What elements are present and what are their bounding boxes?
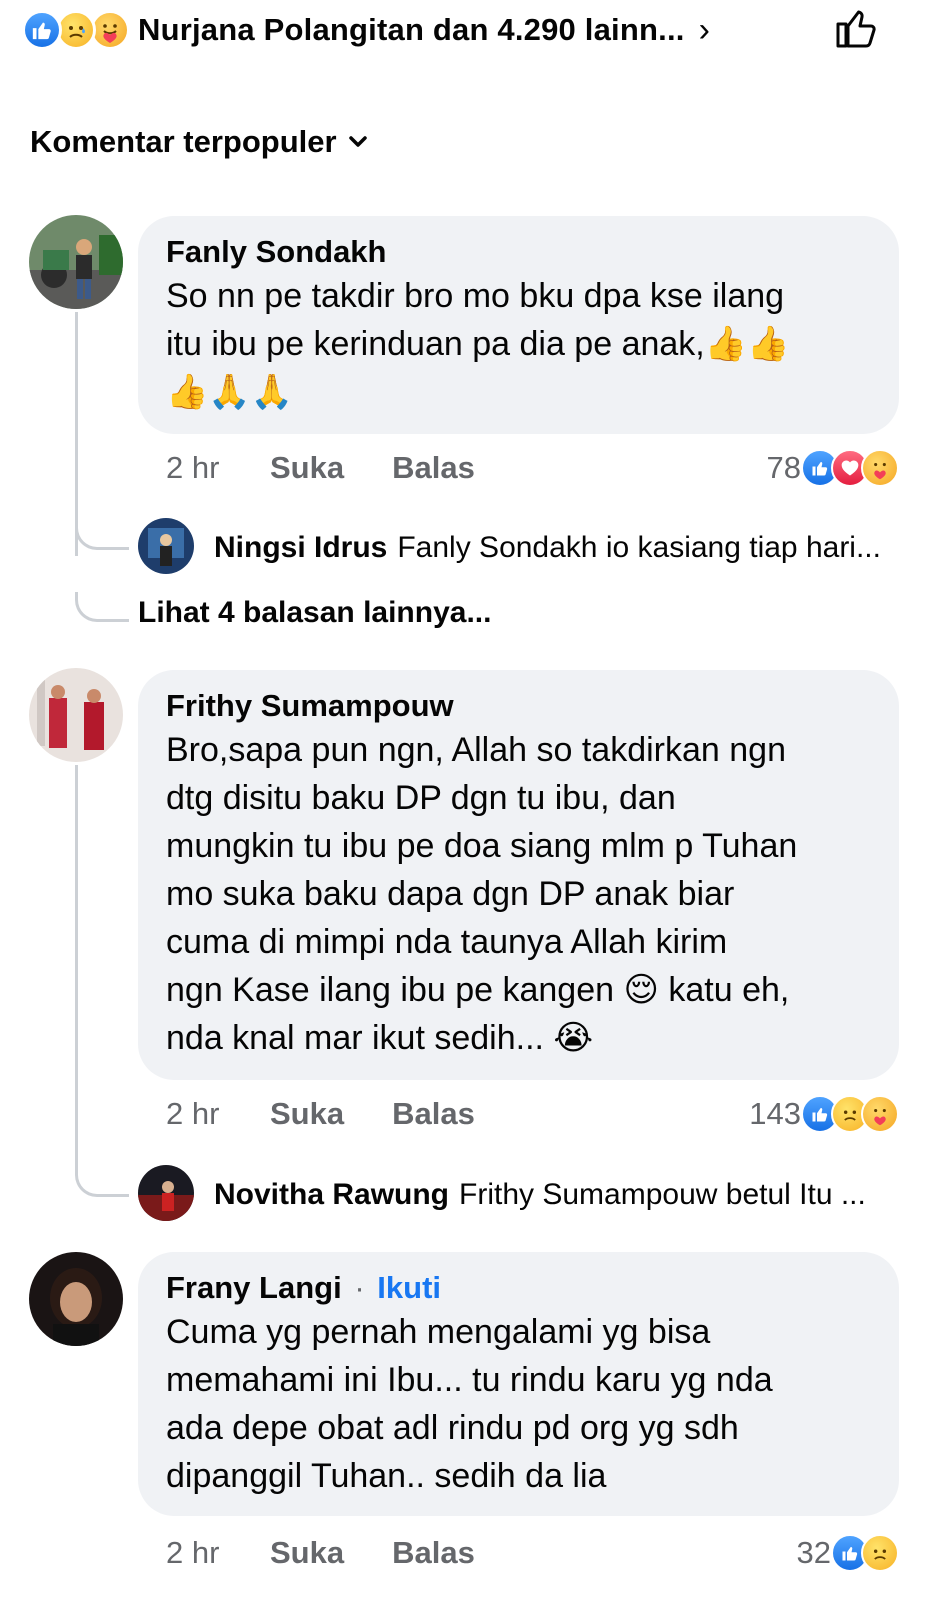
reply-preview[interactable]: Novitha Rawung Frithy Sumampouw betul It… bbox=[138, 1173, 918, 1217]
view-more-replies-link[interactable]: Lihat 4 balasan lainnya... bbox=[138, 596, 491, 630]
reply-button[interactable]: Balas bbox=[392, 450, 475, 486]
care-reaction-icon bbox=[861, 449, 899, 487]
reaction-count[interactable]: 78 bbox=[767, 449, 899, 487]
like-button[interactable]: Suka bbox=[270, 450, 344, 486]
avatar[interactable] bbox=[29, 668, 123, 762]
comment-meta: 2 hr Suka Balas 143 bbox=[166, 1091, 899, 1137]
thread-connector bbox=[75, 520, 129, 550]
reactions-summary[interactable]: Nurjana Polangitan dan 4.290 lainn... › bbox=[22, 6, 922, 54]
comment-line: So nn pe takdir bro mo bku dpa kse ilang bbox=[166, 277, 785, 315]
comment-line: memahami ini Ibu... tu rindu karu yg nda bbox=[166, 1361, 773, 1399]
comment-text: Bro,sapa pun ngn, Allah so takdirkan ngn… bbox=[166, 726, 871, 1062]
comment-line-text: katu eh, bbox=[668, 971, 790, 1009]
follow-link[interactable]: Ikuti bbox=[377, 1270, 441, 1305]
comment-line-text: nda knal mar ikut sedih... bbox=[166, 1019, 544, 1057]
thread-connector bbox=[75, 1167, 129, 1197]
comment-line: itu ibu pe kerinduan pa dia pe anak,👍👍 bbox=[166, 320, 871, 368]
comment-line: cuma di mimpi nda taunya Allah kirim bbox=[166, 923, 728, 961]
emoji-line: 👍🙏🙏 bbox=[166, 373, 294, 411]
chevron-down-icon bbox=[348, 136, 367, 147]
comment-line: ada depe obat adl rindu pd org yg sdh bbox=[166, 1409, 739, 1447]
comment-meta: 2 hr Suka Balas 78 bbox=[166, 445, 899, 491]
reaction-count[interactable]: 143 bbox=[749, 1095, 899, 1133]
sort-comments-dropdown[interactable]: Komentar terpopuler bbox=[30, 124, 369, 160]
reaction-count-number: 143 bbox=[749, 1096, 801, 1131]
comment-bubble[interactable]: Fanly Sondakh So nn pe takdir bro mo bku… bbox=[138, 216, 899, 434]
reply-text: Fanly Sondakh io kasiang tiap hari... bbox=[397, 531, 881, 564]
reply-author: Novitha Rawung bbox=[214, 1178, 450, 1211]
reply-preview[interactable]: Ningsi Idrus Fanly Sondakh io kasiang ti… bbox=[138, 526, 918, 570]
comment-line: Bro,sapa pun ngn, Allah so takdirkan ngn bbox=[166, 731, 786, 769]
comment-line: ngn Kase ilang ibu pe kangen 😌 katu eh, bbox=[166, 966, 871, 1014]
care-reaction-icon bbox=[861, 1095, 899, 1133]
reply-author: Ningsi Idrus bbox=[214, 531, 388, 564]
comment-line: dtg disitu baku DP dgn tu ibu, dan bbox=[166, 779, 676, 817]
reply-button[interactable]: Balas bbox=[392, 1096, 475, 1132]
thumbs-up-outline-icon[interactable] bbox=[832, 4, 880, 52]
sad-reaction-icon bbox=[861, 1534, 899, 1572]
avatar[interactable] bbox=[29, 1252, 123, 1346]
emoji-thumbs-up: 👍👍 bbox=[704, 325, 790, 363]
comment-text: Cuma yg pernah mengalami yg bisa memaham… bbox=[166, 1308, 871, 1500]
reaction-count[interactable]: 32 bbox=[797, 1534, 899, 1572]
reactions-text: Nurjana Polangitan dan 4.290 lainn... bbox=[138, 12, 685, 47]
comment-line: mo suka baku dapa dgn DP anak biar bbox=[166, 875, 735, 913]
like-button[interactable]: Suka bbox=[270, 1535, 344, 1571]
sad-reaction-icon bbox=[56, 10, 96, 50]
chevron-right-icon: › bbox=[698, 10, 710, 49]
commenter-name[interactable]: Frithy Sumampouw bbox=[166, 686, 871, 726]
comment-time: 2 hr bbox=[166, 450, 220, 485]
comment-time: 2 hr bbox=[166, 1096, 220, 1131]
comment-line: Cuma yg pernah mengalami yg bisa bbox=[166, 1313, 711, 1351]
comment-line-text: ngn Kase ilang ibu pe kangen bbox=[166, 971, 615, 1009]
reply-button[interactable]: Balas bbox=[392, 1535, 475, 1571]
reply-text: Frithy Sumampouw betul Itu ... bbox=[459, 1178, 866, 1211]
comment-line: mungkin tu ibu pe doa siang mlm p Tuhan bbox=[166, 827, 798, 865]
like-button[interactable]: Suka bbox=[270, 1096, 344, 1132]
emoji-relieved: 😌 bbox=[623, 971, 659, 1009]
comment-line-text: itu ibu pe kerinduan pa dia pe anak, bbox=[166, 325, 705, 363]
sort-label: Komentar terpopuler bbox=[30, 124, 337, 159]
comment-bubble[interactable]: Frany Langi · Ikuti Cuma yg pernah menga… bbox=[138, 1252, 899, 1516]
commenter-name[interactable]: Fanly Sondakh bbox=[166, 232, 871, 272]
commenter-name[interactable]: Frany Langi bbox=[166, 1270, 342, 1305]
emoji-crying: 😭 bbox=[553, 1019, 594, 1057]
comment-time: 2 hr bbox=[166, 1535, 220, 1570]
separator-dot: · bbox=[354, 1270, 365, 1305]
comment-meta: 2 hr Suka Balas 32 bbox=[166, 1530, 899, 1576]
comment-bubble[interactable]: Frithy Sumampouw Bro,sapa pun ngn, Allah… bbox=[138, 670, 899, 1080]
comment-line: dipanggil Tuhan.. sedih da lia bbox=[166, 1457, 607, 1495]
like-reaction-icon bbox=[22, 10, 62, 50]
comment-text: So nn pe takdir bro mo bku dpa kse ilang… bbox=[166, 272, 871, 416]
reaction-count-number: 32 bbox=[796, 1535, 831, 1570]
avatar[interactable] bbox=[29, 215, 123, 309]
care-reaction-icon bbox=[90, 10, 130, 50]
thread-connector bbox=[75, 592, 129, 622]
reaction-count-number: 78 bbox=[766, 450, 801, 485]
thread-line bbox=[75, 765, 78, 1170]
comment-line: nda knal mar ikut sedih... 😭 bbox=[166, 1014, 871, 1062]
reaction-icons bbox=[22, 10, 130, 50]
commenter-header: Frany Langi · Ikuti bbox=[166, 1268, 871, 1308]
